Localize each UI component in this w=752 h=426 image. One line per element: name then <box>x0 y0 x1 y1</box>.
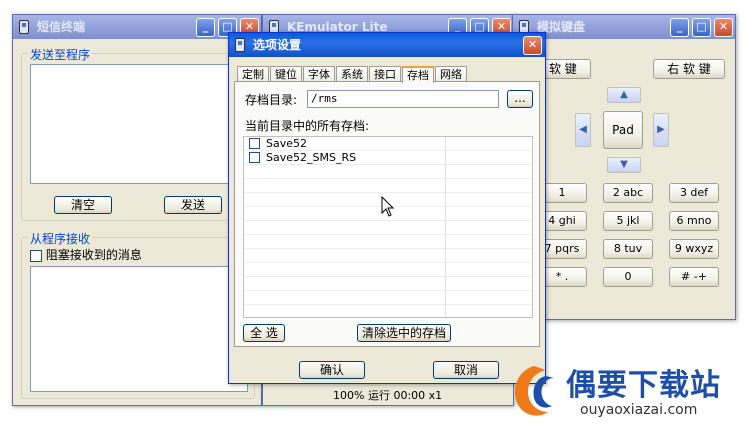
list-row[interactable] <box>244 277 532 291</box>
list-row[interactable] <box>244 221 532 235</box>
minimize-button[interactable]: _ <box>196 18 215 37</box>
sms-title-bar[interactable]: 短信终端 _ □ ✕ <box>13 15 261 39</box>
keypad-key[interactable]: 8 tuv <box>603 239 653 259</box>
pad-center-button[interactable]: Pad <box>603 111 643 149</box>
list-row[interactable] <box>244 179 532 193</box>
save-name: Save52_SMS_RS <box>266 151 357 164</box>
saves-list[interactable]: Save52 Save52_SMS_RS <box>243 136 533 318</box>
list-row[interactable] <box>244 235 532 249</box>
chevron-left-icon: ◀ <box>579 124 587 135</box>
receive-from-program-group: 从程序接收 阻塞接收到的消息 <box>21 230 255 399</box>
list-row[interactable]: Save52_SMS_RS <box>244 151 532 165</box>
phone-icon <box>19 20 29 34</box>
mouse-cursor-icon <box>381 196 395 217</box>
save-checkbox[interactable] <box>249 138 260 149</box>
emulator-status-bar: 100% 运行 00:00 x1 <box>333 389 443 402</box>
chevron-up-icon: ▲ <box>620 89 628 100</box>
cancel-button[interactable]: 取消 <box>433 361 499 379</box>
block-messages-checkbox[interactable]: 阻塞接收到的消息 <box>30 246 142 263</box>
options-tab[interactable]: 键位 <box>270 66 302 82</box>
options-title-bar[interactable]: 选项设置 ✕ <box>229 33 545 57</box>
saves-list-label: 当前目录中的所有存档: <box>245 119 370 133</box>
options-tab[interactable]: 定制 <box>237 66 269 82</box>
keypad-key[interactable]: # -+ <box>669 267 719 287</box>
keypad-maximize-button[interactable]: □ <box>692 18 711 37</box>
chevron-right-icon: ▶ <box>657 124 665 135</box>
ok-button[interactable]: 确认 <box>299 361 365 379</box>
sms-terminal-window: 短信终端 _ □ ✕ 发送至程序 清空 发送 从程序接收 阻塞接收到的消息 <box>12 14 262 406</box>
options-tab[interactable]: 接口 <box>369 66 401 82</box>
options-tab[interactable]: 系统 <box>336 66 368 82</box>
list-row[interactable] <box>244 263 532 277</box>
save-dir-input[interactable]: /rms <box>307 90 499 108</box>
list-row[interactable] <box>244 291 532 305</box>
right-soft-key[interactable]: 右 软 键 <box>653 59 725 79</box>
list-row[interactable] <box>244 165 532 179</box>
send-group-title: 发送至程序 <box>28 46 93 63</box>
list-row[interactable]: Save52 <box>244 137 532 151</box>
dpad-left-button[interactable]: ◀ <box>575 113 591 147</box>
options-tab[interactable]: 网络 <box>435 66 467 82</box>
send-button[interactable]: 发送 <box>164 196 222 214</box>
keypad-close-button[interactable]: ✕ <box>714 18 733 37</box>
keypad-title-bar[interactable]: 模拟键盘 _ □ ✕ <box>513 15 735 39</box>
clear-button[interactable]: 清空 <box>54 196 112 214</box>
save-name: Save52 <box>266 137 307 150</box>
select-all-button[interactable]: 全 选 <box>243 324 285 342</box>
dpad-down-button[interactable]: ▼ <box>607 157 641 173</box>
save-dir-label: 存档目录: <box>245 93 298 107</box>
keypad-key[interactable]: 0 <box>603 267 653 287</box>
options-app-icon <box>235 38 245 52</box>
keypad-minimize-button[interactable]: _ <box>670 18 689 37</box>
keypad-key[interactable]: 9 wxyz <box>669 239 719 259</box>
watermark-brand-url: ouyaoxiazai.com <box>580 402 698 418</box>
received-messages-textarea[interactable] <box>30 266 248 392</box>
receive-group-title: 从程序接收 <box>28 230 93 247</box>
options-tab[interactable]: 存档 <box>402 66 434 83</box>
keypad-key[interactable]: 5 jkl <box>603 211 653 231</box>
block-checkbox-label: 阻塞接收到的消息 <box>45 248 142 262</box>
chevron-down-icon: ▼ <box>620 159 628 170</box>
options-tab[interactable]: 字体 <box>303 66 335 82</box>
options-close-button[interactable]: ✕ <box>523 36 542 55</box>
list-row[interactable] <box>244 249 532 263</box>
options-dialog-title: 选项设置 <box>253 38 302 52</box>
site-watermark: 偶要下载站 ouyaoxiazai.com <box>506 360 752 426</box>
keypad-key[interactable]: 3 def <box>669 183 719 203</box>
sms-window-title: 短信终端 <box>37 20 86 34</box>
keypad-key[interactable]: 6 mno <box>669 211 719 231</box>
save-checkbox[interactable] <box>249 152 260 163</box>
send-message-textarea[interactable] <box>30 64 248 184</box>
browse-button[interactable]: ... <box>507 90 533 108</box>
block-checkbox-box[interactable] <box>30 249 42 262</box>
save-dir-value: /rms <box>311 92 338 105</box>
keypad-key[interactable]: 2 abc <box>603 183 653 203</box>
watermark-brand-cn: 偶要下载站 <box>566 368 721 403</box>
ouyao-logo-icon <box>514 366 554 416</box>
dpad-up-button[interactable]: ▲ <box>607 87 641 103</box>
dpad-right-button[interactable]: ▶ <box>653 113 669 147</box>
clear-selected-saves-button[interactable]: 清除选中的存档 <box>357 324 451 342</box>
send-to-program-group: 发送至程序 清空 发送 <box>21 46 255 221</box>
